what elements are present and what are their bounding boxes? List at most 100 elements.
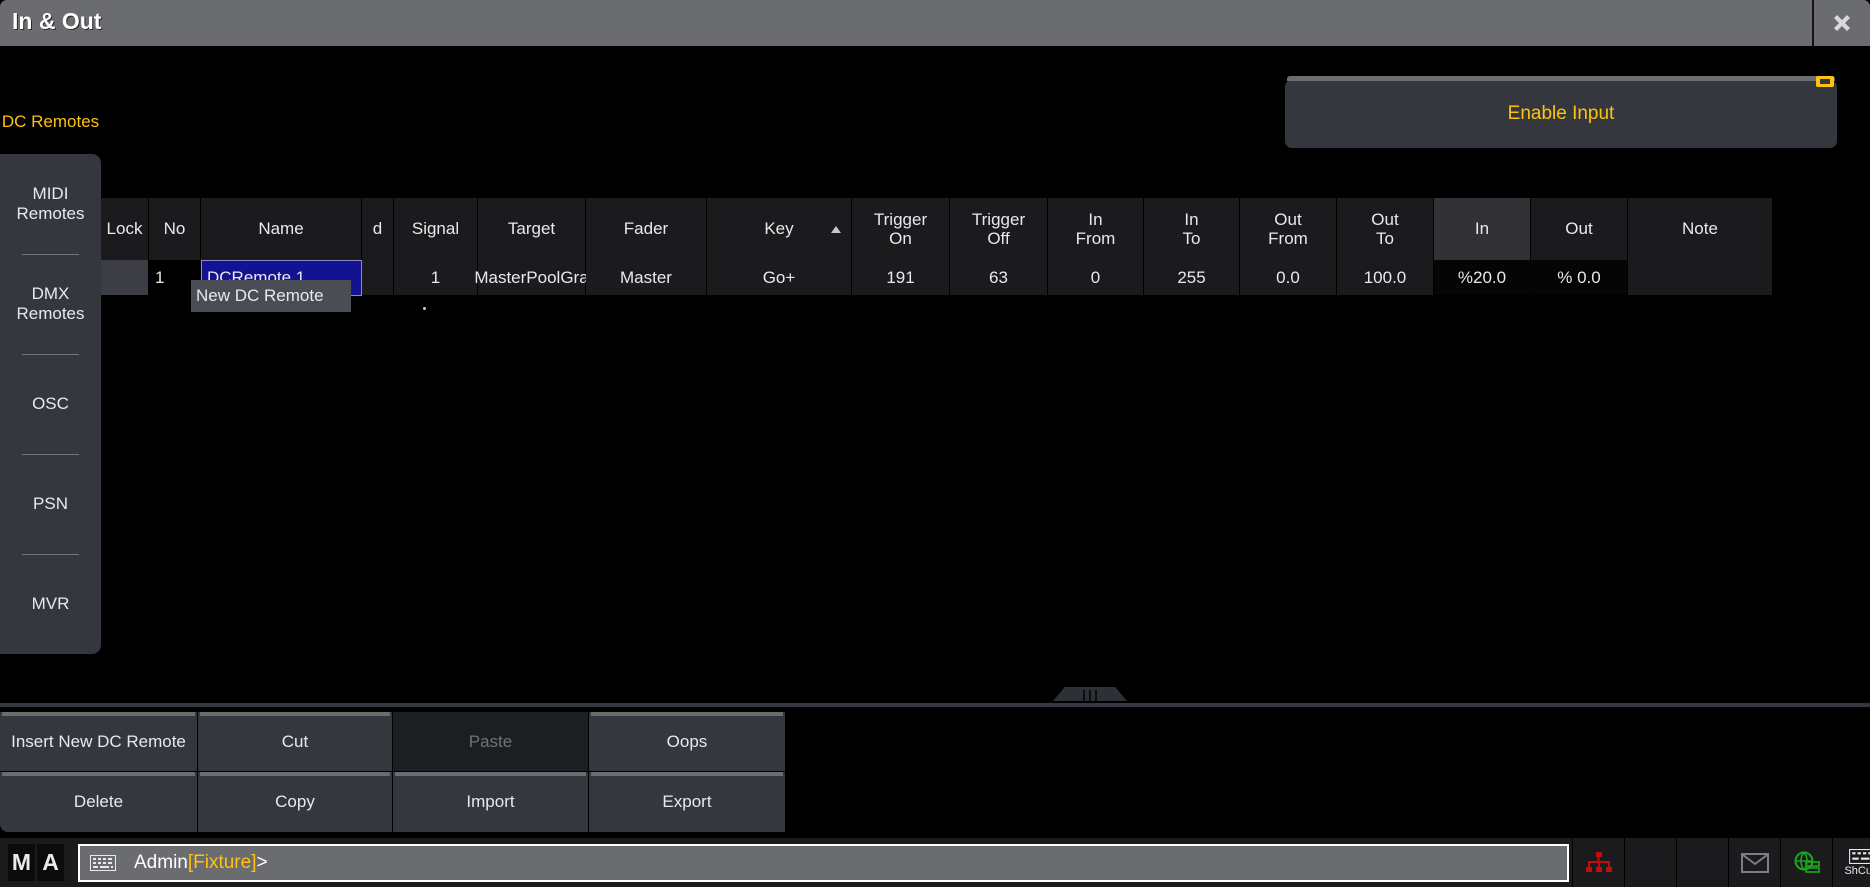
sidebar-panel: MIDI Remotes DMX Remotes OSC PSN MVR	[0, 154, 101, 654]
mail-button[interactable]	[1728, 838, 1780, 887]
cell-value: %20.0	[1458, 268, 1506, 288]
cell-value: 1	[431, 268, 440, 288]
table-header-key[interactable]: Key	[707, 198, 852, 260]
dropdown-item-label: New DC Remote	[196, 286, 324, 306]
command-button-label: Paste	[469, 732, 512, 752]
sidebar-item-label: PSN	[33, 494, 68, 514]
shortcuts-icon	[1848, 849, 1870, 864]
table-header-fader[interactable]: Fader	[586, 198, 707, 260]
cell-out-to[interactable]: 100.0	[1337, 260, 1434, 296]
cell-trigger-on[interactable]: 191	[852, 260, 950, 296]
command-button-label: Export	[662, 792, 711, 812]
command-export-button[interactable]: Export	[589, 772, 786, 832]
command-cut-button[interactable]: Cut	[198, 712, 393, 772]
cell-value: 63	[989, 268, 1008, 288]
table-header-label: No	[164, 219, 186, 238]
table-header-d[interactable]: d	[362, 198, 394, 260]
table-header-label: In	[1475, 219, 1489, 238]
command-copy-button[interactable]: Copy	[198, 772, 393, 832]
command-line-input[interactable]: Admin[Fixture]>	[78, 844, 1569, 882]
table-header-label: d	[373, 219, 382, 238]
table-header-label: TriggerOn	[874, 210, 927, 248]
in-and-out-window: In & Out DC Remotes MIDI Remotes DMX Rem…	[0, 0, 1870, 887]
table-header-no[interactable]: No	[149, 198, 201, 260]
cell-value: 255	[1177, 268, 1205, 288]
cell-trigger-off[interactable]: 63	[950, 260, 1048, 296]
ma-logo: M A	[8, 844, 64, 881]
cell-fader[interactable]: Master	[586, 260, 707, 296]
resize-handle[interactable]	[1053, 687, 1127, 701]
command-line-text: Admin[Fixture]>	[134, 852, 268, 874]
table-header-label: OutTo	[1371, 210, 1398, 248]
cell-value: 1	[155, 268, 164, 288]
cell-value: Go+	[763, 268, 796, 288]
table-header-trigger-off[interactable]: TriggerOff	[950, 198, 1048, 260]
cell-lock[interactable]	[101, 260, 149, 296]
command-button-label: Oops	[667, 732, 708, 752]
cell-note[interactable]	[1628, 260, 1773, 296]
cell-out-from[interactable]: 0.0	[1240, 260, 1337, 296]
table-header-in[interactable]: In	[1434, 198, 1531, 260]
table-header-label: TriggerOff	[972, 210, 1025, 248]
cell-signal[interactable]: 1	[394, 260, 478, 296]
status-bar: M A Admin[Fixture]>	[0, 838, 1870, 887]
command-delete-button[interactable]: Delete	[0, 772, 198, 832]
cell-out[interactable]: % 0.0	[1531, 260, 1628, 296]
table-header-target[interactable]: Target	[478, 198, 586, 260]
table-row[interactable]: 1DCRemote 11MasterPoolGraMasterGo+191630…	[101, 260, 1870, 296]
sidebar-item-osc[interactable]: OSC	[0, 354, 101, 454]
command-insert-new-dc-remote-button[interactable]: Insert New DC Remote	[0, 712, 198, 772]
cell-in[interactable]: %20.0	[1434, 260, 1531, 296]
command-row-1: Insert New DC Remote Cut Paste Oops	[0, 712, 938, 772]
table-header-in-from[interactable]: InFrom	[1048, 198, 1144, 260]
command-suffix: >	[256, 852, 267, 873]
command-row-2: DeleteCopyImport Export	[0, 772, 938, 832]
command-paste-button: Paste	[393, 712, 589, 772]
mail-icon	[1741, 853, 1769, 873]
sidebar-item-midi-remotes[interactable]: MIDI Remotes	[0, 154, 101, 254]
table-header-out-from[interactable]: OutFrom	[1240, 198, 1337, 260]
cell-in-from[interactable]: 0	[1048, 260, 1144, 296]
table-header-signal[interactable]: Signal	[394, 198, 478, 260]
sidebar-item-label: DMX Remotes	[0, 284, 101, 323]
dc-remotes-table: Lock No Name d Signal Target Fader Key TriggerOn…	[101, 198, 1870, 296]
table-header-out-to[interactable]: OutTo	[1337, 198, 1434, 260]
command-button-label: Cut	[282, 732, 308, 752]
sidebar-item-dmx-remotes[interactable]: DMX Remotes	[0, 254, 101, 354]
table-header-label: InFrom	[1076, 210, 1116, 248]
table-header-label: Note	[1682, 219, 1718, 238]
table-header-name[interactable]: Name	[201, 198, 362, 260]
web-server-icon	[1793, 851, 1821, 875]
command-button-grid: Insert New DC Remote Cut Paste Oops DeleteC…	[0, 712, 938, 832]
web-server-button[interactable]	[1780, 838, 1832, 887]
cell-value: Master	[620, 268, 672, 288]
new-dc-remote-dropdown-item[interactable]: New DC Remote	[191, 280, 351, 312]
sidebar-item-psn[interactable]: PSN	[0, 454, 101, 554]
shortcuts-label: ShCuts	[1844, 865, 1870, 877]
sidebar-item-label: MVR	[32, 594, 70, 614]
table-header-lock[interactable]: Lock	[101, 198, 149, 260]
close-icon	[1829, 10, 1855, 36]
table-header-note[interactable]: Note	[1628, 198, 1773, 260]
table-header-trigger-on[interactable]: TriggerOn	[852, 198, 950, 260]
sidebar-item-mvr[interactable]: MVR	[0, 554, 101, 654]
cell-target[interactable]: MasterPoolGra	[478, 260, 586, 296]
enable-input-button[interactable]: Enable Input	[1285, 80, 1837, 148]
table-header-label: Key	[764, 219, 793, 238]
cell-value: 100.0	[1364, 268, 1407, 288]
command-import-button[interactable]: Import	[393, 772, 589, 832]
cell-key[interactable]: Go+	[707, 260, 852, 296]
network-tree-button[interactable]	[1572, 838, 1624, 887]
cell-d[interactable]	[362, 260, 394, 296]
shortcuts-button[interactable]: ShCuts	[1832, 838, 1870, 887]
table-header-label: Name	[258, 219, 303, 238]
table-header-out[interactable]: Out	[1531, 198, 1628, 260]
window-titlebar: In & Out	[0, 0, 1870, 46]
table-header-in-to[interactable]: InTo	[1144, 198, 1240, 260]
command-oops-button[interactable]: Oops	[589, 712, 786, 772]
cell-value: 0.0	[1276, 268, 1300, 288]
close-button[interactable]	[1812, 0, 1870, 46]
table-header-label: Lock	[107, 219, 143, 238]
table-header-label: Target	[508, 219, 555, 238]
cell-in-to[interactable]: 255	[1144, 260, 1240, 296]
